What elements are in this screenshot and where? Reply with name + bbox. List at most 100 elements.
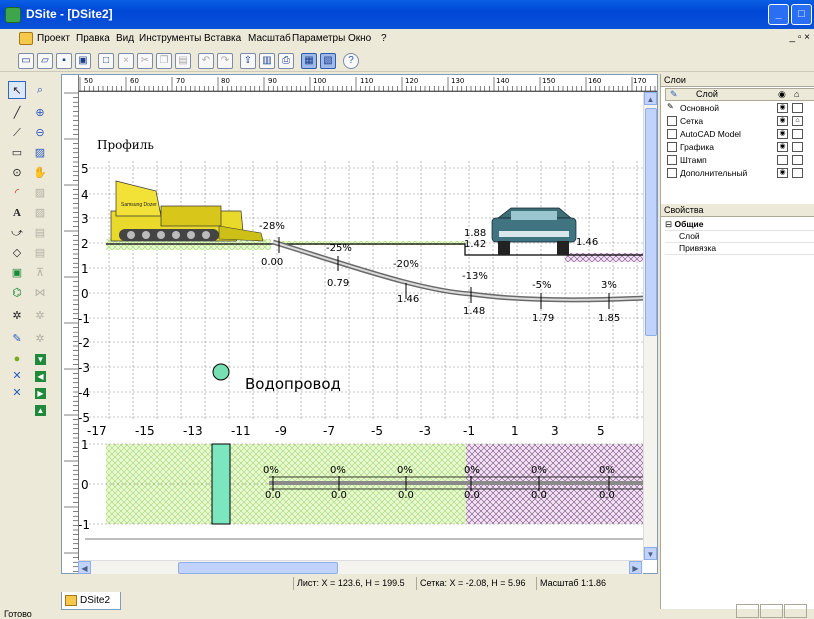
menu-insert[interactable]: Вставка bbox=[204, 33, 241, 44]
zoom-window-icon[interactable]: ▨ bbox=[31, 144, 49, 162]
layer-row[interactable]: ✎ Основной ◉ bbox=[665, 102, 814, 115]
move-left-icon[interactable]: ◀ bbox=[35, 371, 46, 382]
horizontal-scrollbar[interactable]: ◀ ▶ bbox=[78, 560, 643, 574]
layer-row[interactable]: Графика ◉ bbox=[665, 141, 814, 154]
printer-icon[interactable]: ⎙ bbox=[278, 53, 294, 69]
lock-toggle-icon[interactable] bbox=[792, 103, 803, 113]
menu-scale[interactable]: Масштаб bbox=[248, 33, 291, 44]
document-tab[interactable]: DSite2 bbox=[61, 592, 121, 610]
symbol-icon[interactable]: ⌬ bbox=[8, 284, 26, 302]
undo-icon[interactable]: ↶ bbox=[198, 53, 214, 69]
visibility-toggle-icon[interactable]: ◉ bbox=[777, 116, 788, 126]
zoom-out-icon[interactable]: ⊖ bbox=[31, 124, 49, 142]
menu-view[interactable]: Вид bbox=[116, 33, 134, 44]
layer-row[interactable]: AutoCAD Model ◉ bbox=[665, 128, 814, 141]
polyline-icon[interactable]: ⟋ bbox=[8, 124, 26, 142]
layer-checkbox[interactable] bbox=[667, 116, 677, 126]
menu-params[interactable]: Параметры bbox=[292, 33, 345, 44]
scroll-up-icon[interactable]: ▲ bbox=[644, 92, 657, 105]
vertical-scrollbar[interactable]: ▲ ▼ bbox=[643, 92, 657, 560]
move-right-icon[interactable]: ▶ bbox=[35, 388, 46, 399]
scroll-left-icon[interactable]: ◀ bbox=[78, 561, 91, 574]
prop-snap[interactable]: Привязка bbox=[665, 243, 814, 255]
maximize-button[interactable]: □ bbox=[791, 4, 812, 25]
paste-icon[interactable]: ▤ bbox=[175, 53, 191, 69]
layer-checkbox[interactable] bbox=[667, 168, 677, 178]
pipe-section-rect[interactable] bbox=[211, 443, 231, 525]
menu-tools[interactable]: Инструменты bbox=[139, 33, 201, 44]
tool-x-icon[interactable]: ✕ bbox=[8, 384, 26, 402]
vertical-scroll-thumb[interactable] bbox=[645, 108, 657, 336]
text-tool-icon[interactable]: A bbox=[8, 204, 26, 222]
prop-layer[interactable]: Слой bbox=[665, 231, 814, 243]
pan-hand-icon[interactable]: ✋ bbox=[31, 164, 49, 182]
properties-panel: Свойства ⊟ Общие Слой Привязка bbox=[661, 204, 814, 609]
window-icon[interactable]: □ bbox=[98, 53, 114, 69]
layers-toggle-icon[interactable]: ▦ bbox=[301, 53, 317, 69]
settings-tool-icon[interactable]: ✲ bbox=[8, 307, 26, 325]
active-layer-icon[interactable]: ✎ bbox=[667, 103, 677, 113]
brush-icon[interactable]: ✎ bbox=[8, 330, 26, 348]
export-icon[interactable]: ⇪ bbox=[240, 53, 256, 69]
chart-icon[interactable]: ▥ bbox=[259, 53, 275, 69]
visibility-toggle-icon[interactable] bbox=[777, 155, 788, 165]
zoom-in-icon[interactable]: ⊕ bbox=[31, 104, 49, 122]
layer-checkbox[interactable] bbox=[667, 155, 677, 165]
menu-edit[interactable]: Правка bbox=[76, 33, 110, 44]
globe-icon[interactable]: ● bbox=[8, 350, 26, 368]
move-down-icon[interactable]: ▼ bbox=[35, 354, 46, 365]
lock-toggle-icon[interactable] bbox=[792, 168, 803, 178]
move-up-icon[interactable]: ▲ bbox=[35, 405, 46, 416]
disabled-tool-icon: ▤ bbox=[34, 227, 46, 239]
svg-text:140: 140 bbox=[496, 77, 509, 85]
drawing-canvas[interactable]: Samsung Dozer 5 4 3 2 1 0 -1 -2 -3 -4 -5 bbox=[61, 74, 658, 574]
save-icon[interactable]: ▪ bbox=[56, 53, 72, 69]
diamond-icon[interactable]: ◇ bbox=[8, 244, 26, 262]
zoom-icon[interactable]: ⌕ bbox=[31, 81, 49, 99]
rectangle-icon[interactable]: ▭ bbox=[8, 144, 26, 162]
properties-toggle-icon[interactable]: ▧ bbox=[320, 53, 336, 69]
help-icon[interactable]: ? bbox=[343, 53, 359, 69]
menu-help[interactable]: ? bbox=[381, 33, 387, 44]
svg-text:90: 90 bbox=[268, 77, 277, 85]
line-icon[interactable]: ╱ bbox=[8, 104, 26, 122]
layer-row[interactable]: Дополнительный ◉ bbox=[665, 167, 814, 180]
scroll-right-icon[interactable]: ▶ bbox=[629, 561, 642, 574]
minimize-button[interactable]: _ bbox=[768, 4, 789, 25]
lock-toggle-icon[interactable] bbox=[792, 129, 803, 139]
horizontal-scroll-thumb[interactable] bbox=[178, 562, 338, 574]
select-arrow-icon[interactable]: ↖ bbox=[8, 81, 26, 99]
lock-toggle-icon[interactable]: ⌂ bbox=[792, 116, 803, 126]
visibility-toggle-icon[interactable]: ◉ bbox=[777, 103, 788, 113]
layer-checkbox[interactable] bbox=[667, 142, 677, 152]
mdi-controls[interactable]: _ ▫ × bbox=[789, 32, 810, 43]
cut-icon[interactable]: ✂ bbox=[137, 53, 153, 69]
arc-icon[interactable]: ◜ bbox=[8, 184, 26, 202]
print-preview-icon[interactable]: ▣ bbox=[75, 53, 91, 69]
svg-text:4: 4 bbox=[81, 188, 89, 202]
menu-project[interactable]: Проект bbox=[37, 33, 70, 44]
visibility-toggle-icon[interactable]: ◉ bbox=[777, 129, 788, 139]
delete-icon[interactable]: × bbox=[118, 53, 134, 69]
lock-toggle-icon[interactable] bbox=[792, 155, 803, 165]
pipe-marker[interactable] bbox=[212, 363, 230, 381]
menu-window[interactable]: Окно bbox=[348, 33, 371, 44]
ellipse-icon[interactable]: ⊙ bbox=[8, 164, 26, 182]
open-folder-icon[interactable]: ▱ bbox=[37, 53, 53, 69]
scroll-down-icon[interactable]: ▼ bbox=[644, 547, 657, 560]
props-group-general[interactable]: ⊟ Общие bbox=[665, 219, 814, 231]
curve-icon[interactable]: ⤻ bbox=[8, 224, 26, 242]
visibility-toggle-icon[interactable]: ◉ bbox=[777, 168, 788, 178]
svg-text:-3: -3 bbox=[78, 361, 90, 375]
image-insert-icon[interactable]: ▣ bbox=[8, 264, 26, 282]
layer-row[interactable]: Сетка ◉ ⌂ bbox=[665, 115, 814, 128]
copy-icon[interactable]: ❐ bbox=[156, 53, 172, 69]
document-icon[interactable] bbox=[19, 32, 33, 45]
layer-row[interactable]: Штамп bbox=[665, 154, 814, 167]
visibility-toggle-icon[interactable]: ◉ bbox=[777, 142, 788, 152]
wrench-icon[interactable]: ✕ bbox=[8, 367, 26, 385]
lock-toggle-icon[interactable] bbox=[792, 142, 803, 152]
redo-icon[interactable]: ↷ bbox=[217, 53, 233, 69]
layer-checkbox[interactable] bbox=[667, 129, 677, 139]
new-file-icon[interactable]: ▭ bbox=[18, 53, 34, 69]
